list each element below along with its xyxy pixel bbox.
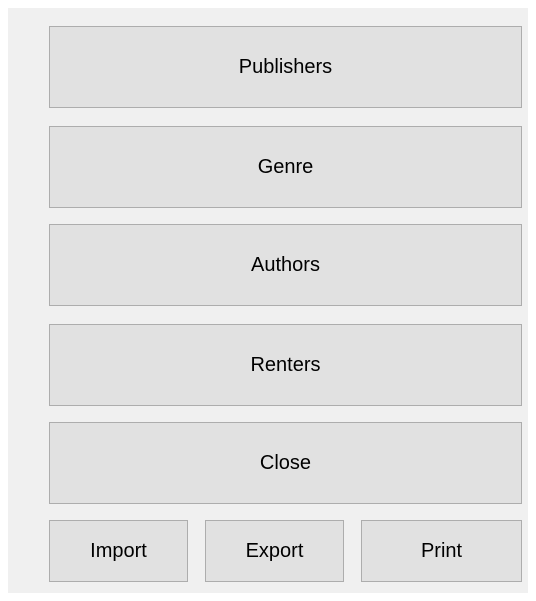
genre-button[interactable]: Genre xyxy=(49,126,522,208)
print-button[interactable]: Print xyxy=(361,520,522,582)
import-button[interactable]: Import xyxy=(49,520,188,582)
publishers-button[interactable]: Publishers xyxy=(49,26,522,108)
export-button[interactable]: Export xyxy=(205,520,344,582)
authors-button[interactable]: Authors xyxy=(49,224,522,306)
menu-window: Publishers Genre Authors Renters Close I… xyxy=(8,8,528,593)
close-button[interactable]: Close xyxy=(49,422,522,504)
renters-button[interactable]: Renters xyxy=(49,324,522,406)
